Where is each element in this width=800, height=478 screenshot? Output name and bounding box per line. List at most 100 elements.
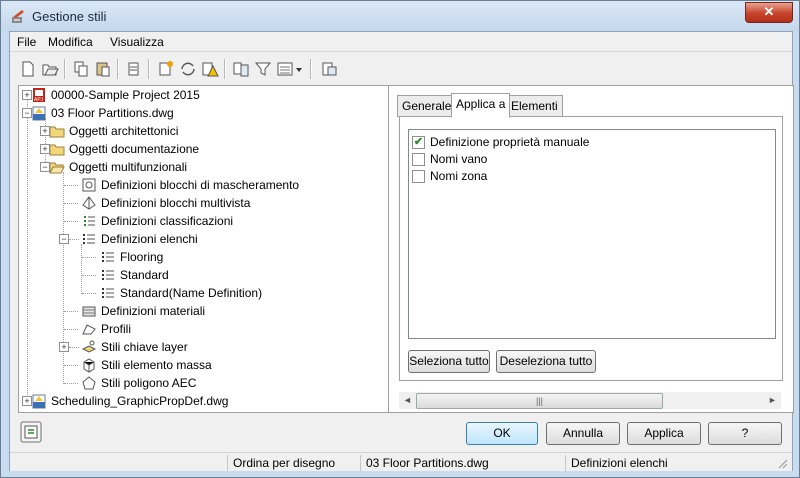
filter-icon[interactable] [254,60,272,78]
horizontal-scrollbar[interactable]: ◄ ||| ► [399,392,781,409]
tree-item-label: Scheduling_GraphicPropDef.dwg [51,394,229,408]
properties-panel: Generale Applica a Elementi ✔ Definizion… [388,85,794,413]
apply-to-item-label: Nomi zona [430,169,488,183]
tree-item-label: 00000-Sample Project 2015 [51,88,200,102]
menu-bar: File Modifica Visualizza [10,32,792,52]
tree-line [64,365,78,366]
status-selection: Definizioni elenchi [565,455,771,471]
expand-icon[interactable]: + [40,144,50,154]
checkbox-checked-icon[interactable]: ✔ [412,136,425,149]
help-button[interactable]: ? [708,422,782,445]
classification-icon [84,216,95,226]
scroll-left-icon[interactable]: ◄ [399,392,416,409]
window-title: Gestione stili [32,9,107,24]
tree-line [64,185,78,186]
tree-line [64,329,78,330]
tree-item-label: Definizioni blocchi di mascheramento [101,178,300,192]
tree-line [82,257,96,258]
tree-item-label: Definizioni classificazioni [101,214,234,228]
scrollbar-thumb[interactable]: ||| [416,393,663,409]
tree-line [64,203,78,204]
toolbar-separator [64,59,66,79]
drawing-icon [32,394,46,409]
collapse-icon[interactable]: − [22,108,32,118]
project-icon: APJ [33,88,45,103]
compare-icon[interactable] [232,60,250,78]
tree-line [69,347,79,348]
mass-element-icon [83,358,95,373]
new-style-icon[interactable] [157,60,175,78]
tree-item-label: Standard [120,268,169,282]
tab-elementi[interactable]: Elementi [506,95,563,117]
close-window-button[interactable]: ✕ [745,2,793,23]
toolbar [10,53,792,85]
expand-icon[interactable]: + [22,396,32,406]
tree-item-label: Profili [101,322,132,336]
checkbox-icon[interactable] [412,153,425,166]
svg-text:APJ: APJ [34,97,44,103]
toggle-panel-icon[interactable] [20,421,42,443]
status-bar: Ordina per disegno 03 Floor Partitions.d… [10,452,792,471]
deselect-all-button[interactable]: Deseleziona tutto [496,350,596,373]
new-icon[interactable] [19,60,37,78]
tree-line [64,221,78,222]
tree-item-label: Definizioni materiali [101,304,206,318]
paste-icon[interactable] [94,60,112,78]
collapse-icon[interactable]: − [59,234,69,244]
list-icon [83,234,95,244]
tree-item-label: Definizioni elenchi [101,232,198,246]
mask-block-icon [82,178,96,192]
folder-icon [49,126,65,138]
resize-grip-icon[interactable] [776,457,788,469]
tree-line [81,244,82,294]
tree-item-label: Stili elemento massa [101,358,212,372]
tree-line [82,293,96,294]
expand-icon[interactable]: + [59,342,69,352]
apply-button[interactable]: Applica [627,422,701,445]
style-manager-app-icon [12,10,24,23]
tree-line [27,100,28,401]
tree-item-label: Stili poligono AEC [101,376,197,390]
tab-applica-a[interactable]: Applica a [451,93,511,118]
menu-file[interactable]: File [17,35,36,49]
tree-item-label: Standard(Name Definition) [120,286,263,300]
sync-icon[interactable] [179,60,197,78]
title-bar: Gestione stili ✕ [1,1,799,31]
tree-item-label: Stili chiave layer [101,340,188,354]
tree-item-label: Flooring [120,250,164,264]
checkbox-icon[interactable] [412,170,425,183]
tree-line [82,275,96,276]
status-sort: Ordina per disegno [227,455,356,471]
select-all-button[interactable]: Seleziona tutto [408,350,490,373]
cancel-button[interactable]: Annulla [546,422,620,445]
apply-to-item-label: Definizione proprietà manuale [430,135,590,149]
toolbar-separator [224,59,226,79]
tree-item-label: 03 Floor Partitions.dwg [51,106,174,120]
view-icon[interactable] [276,60,294,78]
ok-button[interactable]: OK [466,422,538,445]
menu-modifica[interactable]: Modifica [48,35,93,49]
collapse-icon[interactable]: − [40,162,50,172]
tree-item-label: Oggetti architettonici [69,124,179,138]
tree-item-label: Definizioni blocchi multivista [101,196,251,210]
tab-generale[interactable]: Generale [397,95,457,117]
list-icon [102,288,114,298]
style-tree[interactable]: APJ 00000-Sample Project 2015 + 03 Floor… [18,85,389,413]
toggle-view-icon[interactable] [320,60,338,78]
style-manager-window: Gestione stili ✕ File Modifica Visualizz… [0,0,800,478]
apply-to-list[interactable]: ✔ Definizione proprietà manuale Nomi van… [408,129,776,339]
toolbar-separator [310,59,312,79]
open-icon[interactable] [41,60,59,78]
tree-line [64,311,78,312]
purge-icon[interactable] [125,60,143,78]
expand-icon[interactable]: + [22,90,32,100]
menu-visualizza[interactable]: Visualizza [110,35,164,49]
warning-icon[interactable] [201,60,219,78]
copy-icon[interactable] [72,60,90,78]
dropdown-arrow-icon[interactable] [294,60,304,78]
toolbar-separator [117,59,119,79]
client-area: File Modifica Visualizza APJ 00000-Sampl… [9,31,794,471]
expand-icon[interactable]: + [40,126,50,136]
scroll-right-icon[interactable]: ► [764,392,781,409]
dialog-buttons: OK Annulla Applica ? [10,415,792,451]
